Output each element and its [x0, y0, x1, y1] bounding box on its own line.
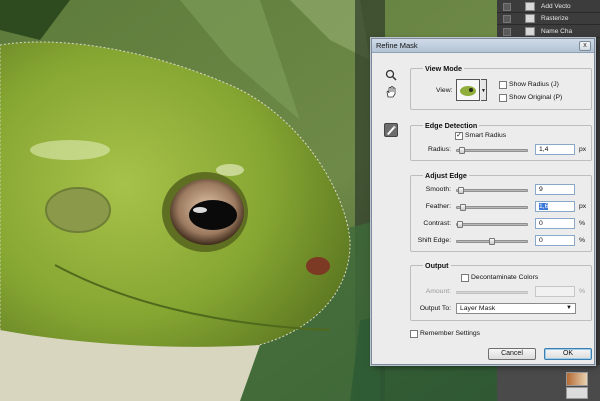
output-title: Output — [423, 261, 451, 270]
feather-slider-thumb[interactable] — [460, 204, 467, 211]
radius-input[interactable]: 1,4 — [535, 144, 575, 155]
shift-edge-label: Shift Edge: — [417, 237, 451, 244]
layer-mask-thumbnail[interactable] — [566, 387, 588, 399]
smooth-slider[interactable] — [456, 187, 528, 194]
smooth-label: Smooth: — [425, 186, 451, 193]
edge-detection-title: Edge Detection — [423, 121, 480, 130]
toggle-box[interactable] — [503, 3, 511, 11]
show-radius-checkbox[interactable] — [499, 81, 507, 89]
dialog-title: Refine Mask — [376, 41, 418, 50]
smart-radius-label: Smart Radius — [465, 132, 507, 139]
view-mode-dropdown[interactable]: ▼ — [481, 79, 487, 101]
show-original-checkbox[interactable] — [499, 94, 507, 102]
output-to-value: Layer Mask — [460, 305, 496, 312]
adjust-edge-group: Adjust Edge Smooth: 9 Feather: 1,6 px Co… — [410, 171, 592, 252]
dialog-box[interactable] — [525, 2, 535, 11]
smooth-input[interactable]: 9 — [535, 184, 575, 195]
dialog-box[interactable] — [525, 14, 535, 23]
action-label: Name Cha — [541, 28, 573, 35]
feather-unit: px — [579, 203, 587, 210]
contrast-unit: % — [579, 220, 586, 227]
view-mode-title: View Mode — [423, 64, 465, 73]
toggle-box[interactable] — [503, 28, 511, 36]
toggle-box[interactable] — [503, 15, 511, 23]
radius-unit: px — [579, 146, 587, 153]
shift-edge-input[interactable]: 0 — [535, 235, 575, 246]
adjust-edge-title: Adjust Edge — [423, 171, 469, 180]
output-to-label: Output To: — [419, 305, 451, 312]
output-group: Output Decontaminate Colors Amount: % Ou… — [410, 261, 592, 321]
remember-settings-label: Remember Settings — [420, 330, 481, 337]
radius-slider-thumb[interactable] — [458, 147, 465, 154]
feather-value-selected: 1,6 — [539, 203, 549, 210]
contrast-label: Contrast: — [423, 220, 451, 227]
eye-glint — [193, 207, 207, 213]
shift-edge-slider-thumb[interactable] — [489, 238, 495, 245]
amount-label: Amount: — [425, 288, 451, 295]
decontaminate-label: Decontaminate Colors — [471, 274, 539, 281]
edge-detection-group: Edge Detection ✓ Smart Radius Radius: 1,… — [410, 121, 592, 161]
contrast-input[interactable]: 0 — [535, 218, 575, 229]
action-row[interactable]: Name Cha — [497, 25, 600, 38]
radius-slider[interactable] — [456, 147, 528, 154]
output-to-select[interactable]: Layer Mask ▼ — [456, 303, 576, 314]
amount-unit: % — [579, 288, 586, 295]
refine-mask-dialog: Refine Mask x View Mode View: ▼ Show Rad… — [371, 38, 595, 365]
shift-edge-slider[interactable] — [456, 238, 528, 245]
amount-input — [535, 286, 575, 297]
feather-label: Feather: — [425, 203, 451, 210]
cancel-button[interactable]: Cancel — [488, 348, 536, 360]
radius-label: Radius: — [427, 146, 451, 153]
show-radius-label: Show Radius (J) — [509, 81, 559, 88]
contrast-slider[interactable] — [456, 221, 528, 228]
zoom-tool-icon[interactable] — [384, 68, 398, 82]
dialog-box[interactable] — [525, 27, 535, 36]
frog-pupil — [189, 200, 237, 230]
decontaminate-checkbox[interactable] — [461, 274, 469, 282]
chevron-down-icon: ▼ — [566, 305, 572, 311]
view-mode-thumbnail[interactable] — [456, 79, 480, 101]
view-mode-group: View Mode View: ▼ Show Radius (J) Show O… — [410, 64, 592, 110]
skin-highlight — [30, 140, 110, 160]
smart-radius-checkbox[interactable]: ✓ — [455, 132, 463, 140]
frog-eardrum — [45, 187, 111, 233]
contrast-slider-thumb[interactable] — [457, 221, 463, 228]
action-label: Rasterize — [541, 15, 569, 22]
refine-radius-tool-icon[interactable] — [384, 123, 398, 137]
dialog-titlebar[interactable]: Refine Mask x — [372, 39, 594, 53]
shift-edge-unit: % — [579, 237, 586, 244]
layer-thumbnail[interactable] — [566, 372, 588, 386]
close-button[interactable]: x — [579, 41, 591, 51]
remember-settings-checkbox[interactable] — [410, 330, 418, 338]
amount-slider — [456, 291, 528, 294]
feather-slider[interactable] — [456, 204, 528, 211]
smooth-slider-thumb[interactable] — [458, 187, 465, 194]
show-original-label: Show Original (P) — [509, 94, 563, 101]
frog-nostril — [306, 257, 330, 275]
skin-highlight — [216, 164, 244, 176]
feather-input[interactable]: 1,6 — [535, 201, 575, 212]
hand-tool-icon[interactable] — [384, 85, 398, 99]
action-row[interactable]: Rasterize — [497, 12, 600, 25]
ok-button[interactable]: OK — [544, 348, 592, 360]
view-label: View: — [436, 87, 453, 94]
